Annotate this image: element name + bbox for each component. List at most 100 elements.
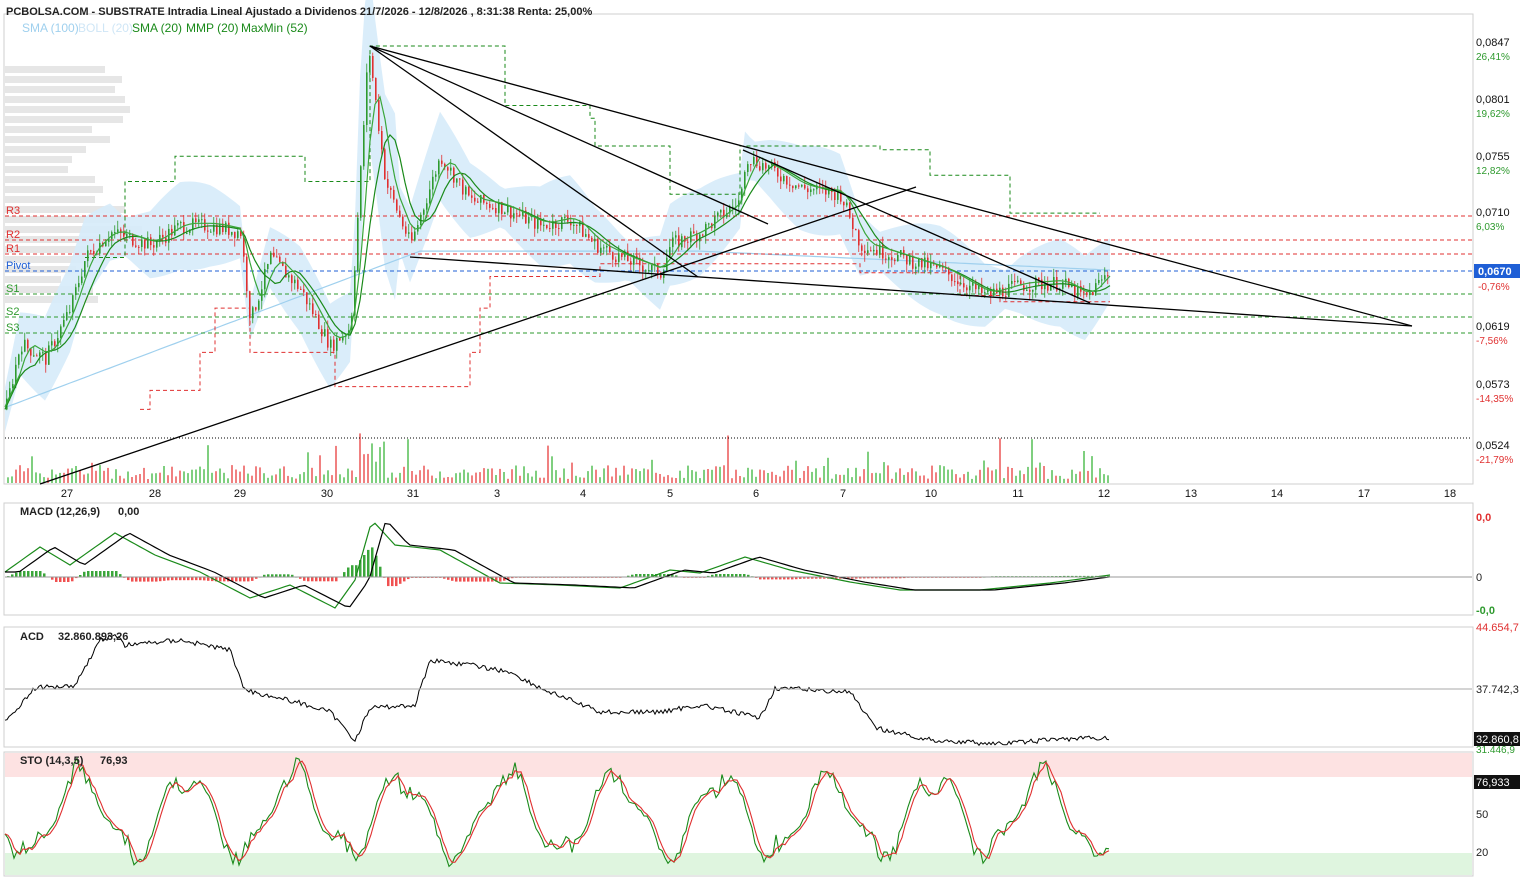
volume-bar: [1107, 475, 1109, 483]
candle-body: [180, 222, 182, 224]
candle-body: [312, 303, 314, 315]
macd-histogram-bar: [59, 577, 62, 582]
macd-histogram-bar: [311, 577, 314, 582]
volume-bar: [631, 468, 633, 483]
price-tick-value: 0,0573: [1476, 379, 1510, 391]
volume-bar: [267, 477, 269, 483]
volume-bar: [595, 469, 597, 483]
volume-bar: [483, 468, 485, 483]
volume-bar: [455, 473, 457, 483]
volume-bar: [915, 471, 917, 483]
acd-tick-bottom: 31.446,9: [1476, 745, 1515, 756]
macd-histogram-bar: [115, 571, 118, 577]
price-tick-pct: -21,79%: [1476, 455, 1513, 466]
volume-bar: [883, 462, 885, 483]
candle-body: [414, 231, 416, 241]
candle-body: [72, 295, 74, 312]
volume-bar: [179, 470, 181, 483]
volume-bar: [103, 470, 105, 483]
candle-body: [336, 338, 338, 351]
volume-bar: [335, 445, 337, 483]
price-tick-pct: 26,41%: [1476, 52, 1510, 63]
volume-bar: [851, 477, 853, 483]
volume-bar: [31, 456, 33, 483]
candle-body: [1017, 280, 1019, 282]
volume-bar: [619, 475, 621, 483]
volume-bar: [271, 475, 273, 483]
candle-body: [843, 201, 845, 206]
price-tick-pct: -14,35%: [1476, 394, 1513, 405]
macd-histogram-bar: [55, 577, 58, 582]
candle-body: [381, 131, 383, 150]
volume-bar: [303, 472, 305, 483]
volume-bar: [207, 445, 209, 483]
volume-bar: [1015, 475, 1017, 483]
volume-bar: [611, 476, 613, 483]
candle-body: [597, 238, 599, 253]
acd-tick-mid: 37.742,3: [1476, 684, 1519, 696]
price-tick-value: 0,0619: [1476, 321, 1510, 333]
volume-bar: [827, 457, 829, 483]
candle-body: [651, 265, 653, 271]
candle-body: [156, 241, 158, 248]
volume-bar: [683, 477, 685, 483]
volume-bar: [163, 466, 165, 483]
volume-bar: [375, 461, 377, 483]
macd-line: [4, 522, 1111, 609]
candle-body: [927, 257, 929, 269]
macd-tick-mid: 0: [1476, 572, 1482, 584]
volume-bar: [543, 477, 545, 483]
candle-body: [924, 257, 926, 268]
macd-histogram-bar: [343, 572, 346, 577]
volume-bar: [99, 465, 101, 483]
candle-body: [198, 219, 200, 222]
candle-body: [252, 307, 254, 319]
candle-body: [426, 203, 428, 210]
candle-body: [234, 231, 236, 238]
candle-body: [747, 164, 749, 172]
volume-bar: [51, 469, 53, 483]
candle-body: [228, 222, 230, 235]
volume-bar: [967, 471, 969, 483]
sto-oversold-band: [5, 853, 1472, 875]
volume-bar: [1035, 467, 1037, 483]
macd-histogram-bar: [399, 577, 402, 584]
candle-body: [465, 186, 467, 195]
candle-body: [159, 234, 161, 242]
candle-body: [915, 266, 917, 269]
acd-value: 32.860.893,26: [58, 631, 128, 643]
volume-bar: [1067, 478, 1069, 483]
volume-profile-bar: [5, 66, 105, 73]
volume-bar: [1051, 470, 1053, 483]
volume-bar: [1059, 475, 1061, 483]
volume-bar: [411, 471, 413, 483]
candle-body: [162, 234, 164, 238]
volume-bar: [127, 471, 129, 483]
x-tick-label: 29: [234, 488, 246, 500]
volume-bar: [879, 473, 881, 483]
candle-body: [753, 157, 755, 165]
macd-histogram-bar: [107, 571, 110, 577]
sto-current-label: 76,933: [1476, 777, 1510, 789]
macd-histogram-bar: [347, 567, 350, 577]
volume-bar: [491, 468, 493, 483]
volume-bar: [199, 466, 201, 483]
x-tick-label: 12: [1098, 488, 1110, 500]
candle-body: [276, 256, 278, 258]
candle-body: [864, 250, 866, 254]
macd-histogram-bar: [387, 577, 390, 587]
volume-bar: [275, 474, 277, 483]
x-tick-label: 6: [753, 488, 759, 500]
candle-body: [405, 226, 407, 234]
volume-bar: [175, 476, 177, 483]
candle-body: [171, 228, 173, 236]
candle-body: [963, 283, 965, 288]
volume-bar: [23, 471, 25, 483]
volume-bar: [871, 473, 873, 483]
volume-bar: [523, 466, 525, 483]
stock-chart[interactable]: R3 R2 R1 Pivot S1 S2 S3 0,0847 26,41% 0,0801 19,6…: [0, 0, 1527, 881]
volume-bar: [151, 473, 153, 483]
level-label-s1: S1: [6, 283, 19, 295]
macd-histogram-bar: [31, 571, 34, 577]
candle-body: [870, 250, 872, 252]
